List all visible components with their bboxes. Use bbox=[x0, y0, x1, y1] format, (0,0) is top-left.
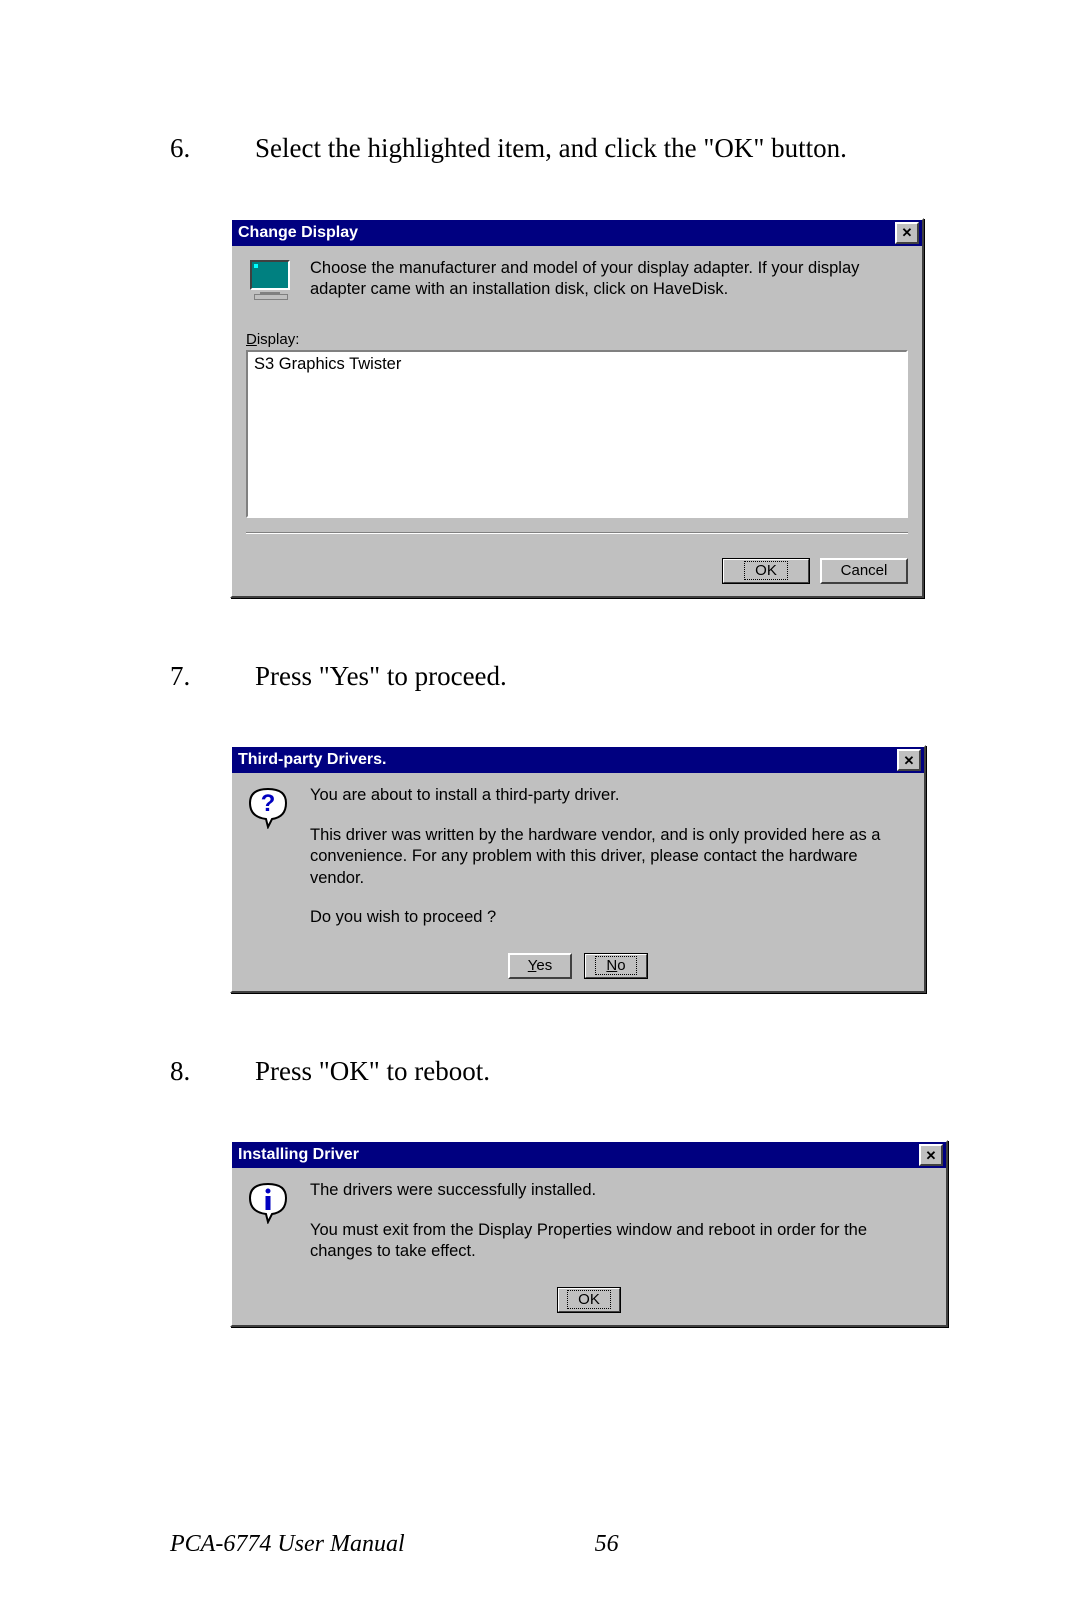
third-party-message: You are about to install a third-party d… bbox=[310, 785, 910, 946]
step-8-text: Press "OK" to reboot. bbox=[255, 1053, 915, 1091]
step-7: 7. Press "Yes" to proceed. bbox=[170, 658, 915, 696]
step-7-number: 7. bbox=[170, 658, 255, 696]
installing-driver-message: The drivers were successfully installed.… bbox=[310, 1180, 932, 1280]
question-icon: ? bbox=[246, 785, 290, 829]
step-6-number: 6. bbox=[170, 130, 255, 168]
display-listbox[interactable]: S3 Graphics Twister bbox=[246, 350, 908, 518]
monitor-icon bbox=[246, 258, 294, 300]
page-number: 56 bbox=[595, 1531, 619, 1558]
ok-button[interactable]: OK bbox=[557, 1287, 621, 1313]
page-footer: PCA-6774 User Manual 56 bbox=[0, 1531, 1080, 1558]
step-7-text: Press "Yes" to proceed. bbox=[255, 658, 915, 696]
svg-text:?: ? bbox=[261, 790, 276, 817]
no-button[interactable]: No bbox=[584, 953, 648, 979]
change-display-dialog: Change Display ✕ Choose the manufacturer… bbox=[230, 218, 924, 598]
third-party-drivers-dialog: Third-party Drivers. ✕ ? You are about t… bbox=[230, 745, 926, 992]
step-8: 8. Press "OK" to reboot. bbox=[170, 1053, 915, 1091]
step-6: 6. Select the highlighted item, and clic… bbox=[170, 130, 915, 168]
change-display-instruction: Choose the manufacturer and model of you… bbox=[310, 258, 908, 301]
installing-driver-dialog: Installing Driver ✕ The drivers were suc… bbox=[230, 1140, 948, 1326]
close-icon[interactable]: ✕ bbox=[897, 749, 921, 771]
info-icon bbox=[246, 1180, 290, 1224]
yes-button[interactable]: Yes bbox=[508, 953, 572, 979]
display-label: Display: bbox=[246, 331, 908, 348]
manual-name: PCA-6774 User Manual bbox=[170, 1531, 405, 1558]
step-8-number: 8. bbox=[170, 1053, 255, 1091]
third-party-titlebar: Third-party Drivers. ✕ bbox=[232, 747, 924, 773]
change-display-title: Change Display bbox=[238, 224, 358, 242]
ok-button[interactable]: OK bbox=[722, 558, 810, 584]
installing-driver-titlebar: Installing Driver ✕ bbox=[232, 1142, 946, 1168]
close-icon[interactable]: ✕ bbox=[895, 222, 919, 244]
cancel-button[interactable]: Cancel bbox=[820, 558, 908, 584]
manual-page: 6. Select the highlighted item, and clic… bbox=[0, 0, 1080, 1618]
installing-driver-title: Installing Driver bbox=[238, 1146, 359, 1164]
installing-line2: You must exit from the Display Propertie… bbox=[310, 1220, 932, 1263]
third-party-line1: You are about to install a third-party d… bbox=[310, 785, 910, 806]
third-party-title: Third-party Drivers. bbox=[238, 751, 386, 769]
change-display-titlebar: Change Display ✕ bbox=[232, 220, 922, 246]
close-icon[interactable]: ✕ bbox=[919, 1144, 943, 1166]
installing-line1: The drivers were successfully installed. bbox=[310, 1180, 932, 1201]
step-6-text: Select the highlighted item, and click t… bbox=[255, 130, 915, 168]
third-party-line2: This driver was written by the hardware … bbox=[310, 825, 910, 889]
display-list-item[interactable]: S3 Graphics Twister bbox=[254, 355, 900, 374]
third-party-line3: Do you wish to proceed ? bbox=[310, 907, 910, 928]
